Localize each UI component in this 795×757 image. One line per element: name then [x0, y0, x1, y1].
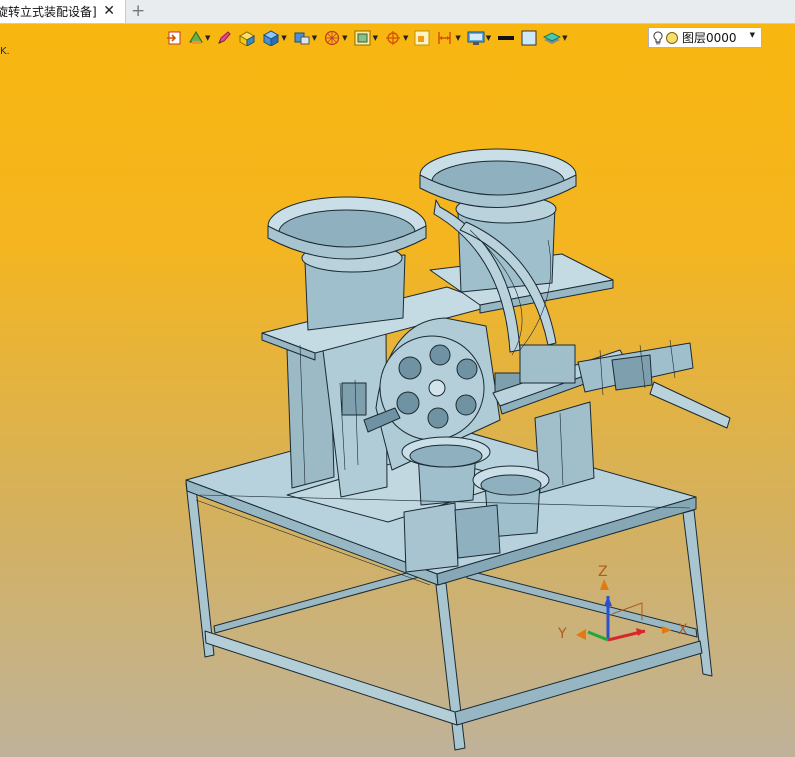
y-axis-label: Y	[557, 626, 567, 642]
document-tab-title: 旋转立式装配设备]	[0, 5, 97, 19]
add-tab-icon[interactable]: +	[131, 1, 145, 21]
3d-viewport[interactable]: K. ▼ ▼ ▼ ▼ ▼ ▼ ▼ ▼ ▼ 图层0000 ▼ Z X Y	[0, 24, 795, 757]
assembly-model[interactable]: Z X Y	[0, 24, 795, 757]
close-icon[interactable]: ✕	[103, 3, 115, 19]
document-tab-bar: 旋转立式装配设备] ✕ +	[0, 0, 795, 24]
z-axis-label: Z	[598, 564, 608, 580]
x-axis-label: X	[678, 622, 688, 638]
document-tab[interactable]: 旋转立式装配设备] ✕	[0, 0, 126, 23]
